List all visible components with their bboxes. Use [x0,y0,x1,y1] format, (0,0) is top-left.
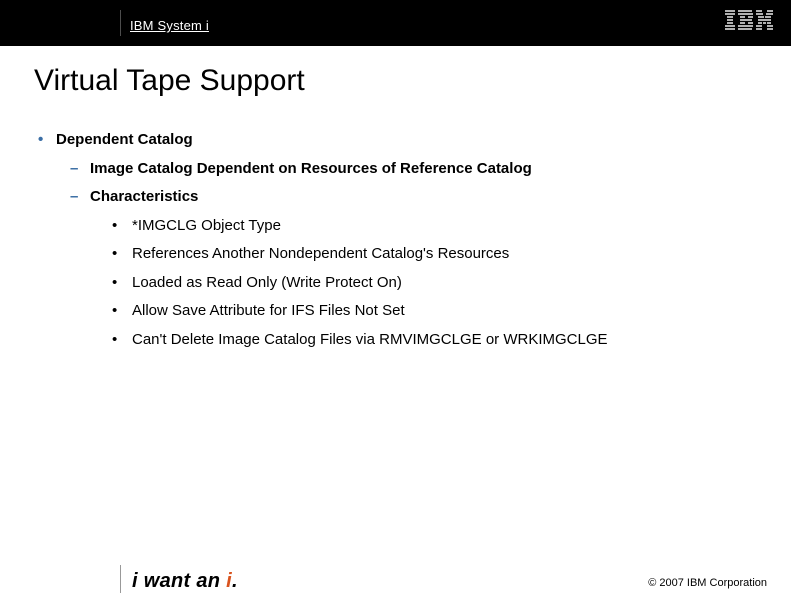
bullet-level2: – Characteristics [38,183,761,212]
slide-content: • Dependent Catalog – Image Catalog Depe… [0,98,791,354]
bullet-level3: • Allow Save Attribute for IFS Files Not… [38,297,761,326]
header-divider [120,10,121,36]
bullet-text: References Another Nondependent Catalog'… [132,240,509,269]
bullet-dot-icon: • [112,326,132,355]
bullet-dot-icon: • [112,297,132,326]
page-title: Virtual Tape Support [0,46,791,98]
tagline-suffix: . [232,570,238,592]
bullet-dot-icon: • [112,240,132,269]
bullet-text: Loaded as Read Only (Write Protect On) [132,269,402,298]
bullet-text: *IMGCLG Object Type [132,212,281,241]
bullet-text: Dependent Catalog [56,126,193,155]
footer-divider [120,565,121,593]
copyright: © 2007 IBM Corporation [648,577,767,589]
bullet-text: Can't Delete Image Catalog Files via RMV… [132,326,608,355]
bullet-text: Image Catalog Dependent on Resources of … [90,155,532,184]
tagline: i want an i. [132,570,238,593]
bullet-text: Characteristics [90,183,198,212]
bullet-level2: – Image Catalog Dependent on Resources o… [38,155,761,184]
tagline-prefix: i want an [132,570,226,592]
bullet-dash-icon: – [70,183,90,212]
footer-bar: i want an i. © 2007 IBM Corporation [0,555,791,595]
bullet-dot-icon: • [38,126,56,155]
bullet-dash-icon: – [70,155,90,184]
header-bar: IBM System i [0,0,791,46]
bullet-level1: • Dependent Catalog [38,126,761,155]
bullet-dot-icon: • [112,269,132,298]
bullet-dot-icon: • [112,212,132,241]
ibm-logo-icon [725,10,773,35]
product-line: IBM System i [130,18,209,33]
bullet-level3: • *IMGCLG Object Type [38,212,761,241]
bullet-level3: • Loaded as Read Only (Write Protect On) [38,269,761,298]
bullet-level3: • Can't Delete Image Catalog Files via R… [38,326,761,355]
bullet-level3: • References Another Nondependent Catalo… [38,240,761,269]
bullet-text: Allow Save Attribute for IFS Files Not S… [132,297,405,326]
